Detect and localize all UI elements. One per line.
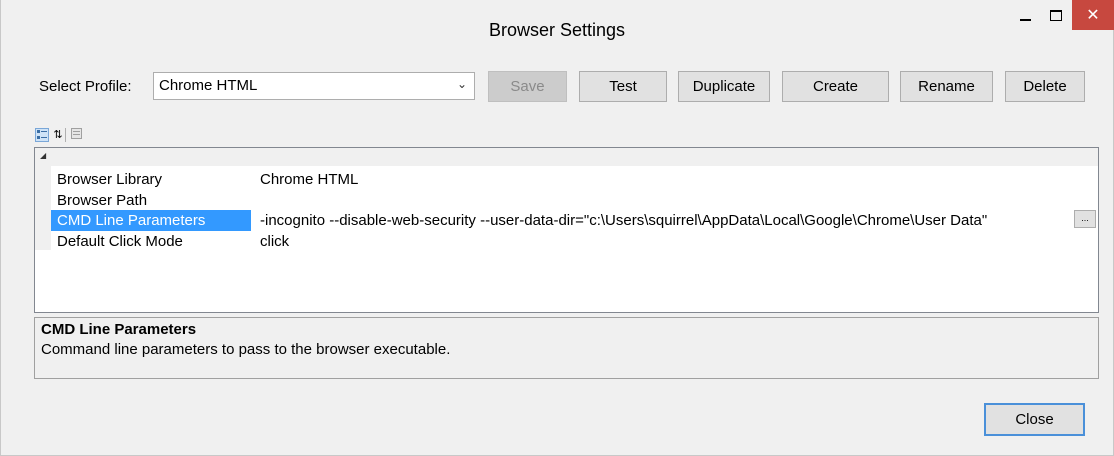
property-row-browser-library[interactable]: Browser Library Chrome HTML (51, 169, 1098, 190)
category-header[interactable]: ◢ (35, 148, 1098, 166)
close-button[interactable]: Close (984, 403, 1085, 436)
description-text: Command line parameters to pass to the b… (41, 341, 451, 358)
maximize-button[interactable] (1041, 0, 1071, 30)
property-name: Default Click Mode (57, 233, 183, 250)
grid-gutter (35, 166, 51, 250)
categorized-icon[interactable] (35, 128, 49, 142)
browser-settings-window: Browser Settings ✕ Select Profile: Chrom… (0, 0, 1114, 456)
property-value[interactable]: Chrome HTML (260, 169, 358, 190)
property-pages-icon[interactable] (69, 128, 83, 142)
maximize-icon (1050, 9, 1062, 21)
minimize-button[interactable] (1011, 0, 1039, 30)
property-value[interactable]: -incognito --disable-web-security --user… (260, 210, 987, 231)
description-panel: CMD Line Parameters Command line paramet… (34, 317, 1099, 379)
window-title: Browser Settings (488, 20, 626, 40)
ellipsis-button[interactable]: ... (1074, 210, 1096, 228)
property-row-cmd-line-parameters[interactable]: CMD Line Parameters -incognito --disable… (51, 210, 1098, 231)
test-button[interactable]: Test (579, 71, 667, 102)
save-button[interactable]: Save (488, 71, 567, 102)
property-value[interactable]: click (260, 231, 289, 252)
window-close-button[interactable]: ✕ (1072, 0, 1114, 30)
select-profile-label: Select Profile: (39, 78, 132, 95)
rename-button[interactable]: Rename (900, 71, 993, 102)
delete-button[interactable]: Delete (1005, 71, 1085, 102)
chevron-down-icon: ⌄ (456, 77, 467, 91)
property-row-browser-path[interactable]: Browser Path (51, 190, 1098, 211)
property-pages-icon-glyph (70, 128, 82, 139)
close-icon: ✕ (1086, 7, 1100, 24)
collapse-icon[interactable]: ◢ (40, 151, 46, 160)
property-name: Browser Path (57, 192, 148, 209)
categorized-icon-glyph (37, 130, 47, 139)
profile-select-value: Chrome HTML (159, 77, 258, 94)
property-grid: ◢ Browser Library Chrome HTML Browser Pa… (34, 147, 1099, 313)
property-row-default-click-mode[interactable]: Default Click Mode click (51, 231, 1098, 252)
create-button[interactable]: Create (782, 71, 889, 102)
profile-select[interactable]: Chrome HTML ⌄ (153, 72, 475, 100)
toolbar-separator (65, 128, 66, 142)
title-bar[interactable]: Browser Settings ✕ (1, 0, 1114, 50)
alphabetical-icon[interactable]: ⇅ (51, 128, 65, 142)
description-title: CMD Line Parameters (41, 321, 197, 338)
minimize-icon (1019, 19, 1031, 21)
property-name: Browser Library (57, 171, 163, 188)
property-name: CMD Line Parameters (51, 210, 251, 231)
duplicate-button[interactable]: Duplicate (678, 71, 770, 102)
